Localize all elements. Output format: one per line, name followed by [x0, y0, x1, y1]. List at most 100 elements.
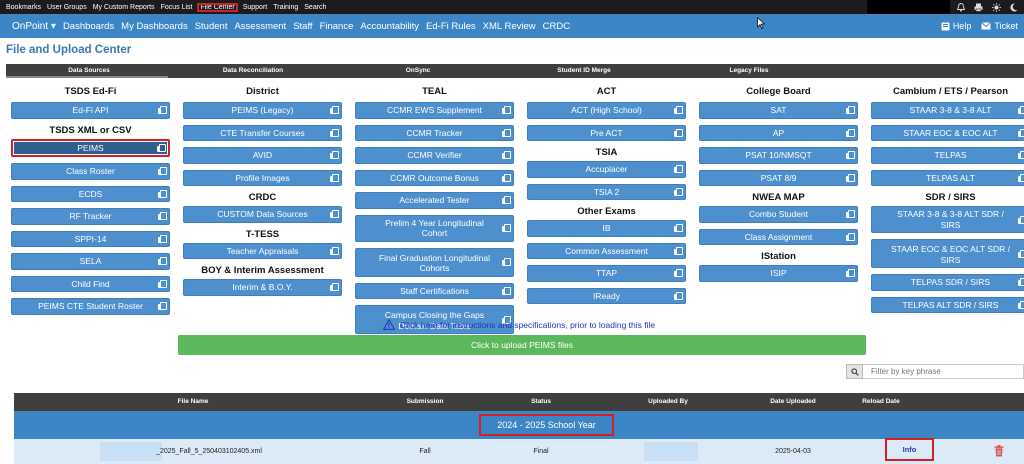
- topbar-link-training[interactable]: Training: [273, 4, 298, 11]
- copy-icon[interactable]: [330, 210, 339, 219]
- tab-legacy-files[interactable]: Legacy Files: [729, 64, 768, 78]
- source-button-sppi-14[interactable]: SPPI-14: [11, 230, 170, 247]
- source-button-act-high-school[interactable]: ACT (High School): [527, 102, 686, 119]
- copy-icon[interactable]: [330, 283, 339, 292]
- copy-icon[interactable]: [674, 269, 683, 278]
- source-button-isip[interactable]: ISIP: [699, 265, 858, 282]
- upload-peims-button[interactable]: Click to upload PEIMS files: [178, 335, 866, 355]
- copy-icon[interactable]: [158, 279, 167, 288]
- search-button[interactable]: [846, 364, 863, 379]
- copy-icon[interactable]: [674, 128, 683, 137]
- header-submission[interactable]: Submission: [407, 393, 444, 411]
- trash-icon[interactable]: [994, 445, 1004, 457]
- source-button-tsia-2[interactable]: TSIA 2: [527, 183, 686, 200]
- copy-icon[interactable]: [158, 106, 167, 115]
- source-button-ttap[interactable]: TTAP: [527, 265, 686, 282]
- nav-onpoint-menu[interactable]: OnPoint ▾: [12, 21, 56, 32]
- nav-my-dashboards[interactable]: My Dashboards: [121, 21, 188, 32]
- tab-onsync[interactable]: OnSync: [406, 64, 431, 78]
- source-button-staar-3-8-3-8-alt-sdr-sirs[interactable]: STAAR 3-8 & 3-8 ALT SDR / SIRS: [871, 206, 1024, 233]
- source-button-teacher-appraisals[interactable]: Teacher Appraisals: [183, 242, 342, 259]
- header-uploaded-by[interactable]: Uploaded By: [648, 393, 688, 411]
- copy-icon[interactable]: [1018, 215, 1024, 224]
- copy-icon[interactable]: [846, 232, 855, 241]
- source-button-telpas[interactable]: TELPAS: [871, 147, 1024, 164]
- copy-icon[interactable]: [158, 189, 167, 198]
- copy-icon[interactable]: [330, 173, 339, 182]
- source-button-telpas-alt-sdr-sirs[interactable]: TELPAS ALT SDR / SIRS: [871, 296, 1024, 313]
- header-file-name[interactable]: File Name: [178, 393, 209, 411]
- source-button-prelim-4-year-longitudinal-cohort[interactable]: Prelim 4 Year Longitudinal Cohort: [355, 214, 514, 242]
- header-status[interactable]: Status: [531, 393, 551, 411]
- copy-icon[interactable]: [846, 106, 855, 115]
- copy-icon[interactable]: [1018, 249, 1024, 258]
- copy-icon[interactable]: [330, 106, 339, 115]
- source-button-ccmr-outcome-bonus[interactable]: CCMR Outcome Bonus: [355, 169, 514, 186]
- source-button-staar-eoc-eoc-alt[interactable]: STAAR EOC & EOC ALT: [871, 124, 1024, 141]
- copy-icon[interactable]: [502, 196, 511, 205]
- copy-icon[interactable]: [330, 128, 339, 137]
- source-button-ecds[interactable]: ECDS: [11, 185, 170, 202]
- copy-icon[interactable]: [1018, 300, 1024, 309]
- copy-icon[interactable]: [846, 151, 855, 160]
- nav-student[interactable]: Student: [195, 21, 228, 32]
- copy-icon[interactable]: [674, 246, 683, 255]
- header-reload-date[interactable]: Reload Date: [862, 393, 900, 411]
- nav-xml-review[interactable]: XML Review: [483, 21, 536, 32]
- source-button-accuplacer[interactable]: Accuplacer: [527, 161, 686, 178]
- source-button-sela[interactable]: SELA: [11, 253, 170, 270]
- sun-icon[interactable]: [992, 2, 1001, 12]
- source-button-telpas-alt[interactable]: TELPAS ALT: [871, 169, 1024, 186]
- tab-data-reconciliation[interactable]: Data Reconciliation: [223, 64, 283, 78]
- copy-icon[interactable]: [674, 106, 683, 115]
- copy-icon[interactable]: [846, 128, 855, 137]
- copy-icon[interactable]: [674, 165, 683, 174]
- copy-icon[interactable]: [502, 151, 511, 160]
- source-button-combo-student[interactable]: Combo Student: [699, 206, 858, 223]
- copy-icon[interactable]: [158, 212, 167, 221]
- topbar-link-custom-reports[interactable]: My Custom Reports: [93, 4, 155, 11]
- source-button-interim-b-o-y[interactable]: Interim & B.O.Y.: [183, 279, 342, 296]
- nav-accountability[interactable]: Accountability: [360, 21, 419, 32]
- copy-icon[interactable]: [157, 143, 166, 152]
- copy-icon[interactable]: [502, 173, 511, 182]
- copy-icon[interactable]: [1018, 278, 1024, 287]
- printer-icon[interactable]: [974, 3, 983, 12]
- moon-icon[interactable]: [1010, 2, 1018, 12]
- nav-finance[interactable]: Finance: [320, 21, 354, 32]
- copy-icon[interactable]: [330, 151, 339, 160]
- copy-icon[interactable]: [846, 210, 855, 219]
- source-button-class-assignment[interactable]: Class Assignment: [699, 228, 858, 245]
- source-button-psat-10-nmsqt[interactable]: PSAT 10/NMSQT: [699, 147, 858, 164]
- info-button[interactable]: Info: [885, 438, 934, 461]
- source-button-custom-data-sources[interactable]: CUSTOM Data Sources: [183, 206, 342, 223]
- copy-icon[interactable]: [1018, 128, 1024, 137]
- source-button-ccmr-tracker[interactable]: CCMR Tracker: [355, 124, 514, 141]
- source-button-child-find[interactable]: Child Find: [11, 275, 170, 292]
- copy-icon[interactable]: [330, 246, 339, 255]
- source-button-common-assessment[interactable]: Common Assessment: [527, 242, 686, 259]
- copy-icon[interactable]: [1018, 106, 1024, 115]
- copy-icon[interactable]: [158, 234, 167, 243]
- filter-input[interactable]: Filter by key phrase: [863, 364, 1024, 379]
- source-button-ap[interactable]: AP: [699, 124, 858, 141]
- topbar-link-user-groups[interactable]: User Groups: [47, 4, 87, 11]
- source-button-peims[interactable]: PEIMS: [11, 138, 170, 157]
- nav-dashboards[interactable]: Dashboards: [63, 21, 114, 32]
- copy-icon[interactable]: [502, 224, 511, 232]
- help-link[interactable]: Help: [941, 21, 971, 31]
- copy-icon[interactable]: [1018, 173, 1024, 182]
- nav-ed-fi-rules[interactable]: Ed-Fi Rules: [426, 21, 476, 32]
- copy-icon[interactable]: [674, 224, 683, 233]
- topbar-link-bookmarks[interactable]: Bookmarks: [6, 4, 41, 11]
- source-button-staar-eoc-eoc-alt-sdr-sirs[interactable]: STAAR EOC & EOC ALT SDR / SIRS: [871, 239, 1024, 268]
- copy-icon[interactable]: [502, 258, 511, 266]
- topbar-link-focus-list[interactable]: Focus List: [161, 4, 193, 11]
- copy-icon[interactable]: [674, 291, 683, 300]
- tab-student-id-merge[interactable]: Student ID Merge: [557, 64, 610, 78]
- source-button-ccmr-ews-supplement[interactable]: CCMR EWS Supplement: [355, 102, 514, 119]
- ticket-link[interactable]: Ticket: [981, 21, 1018, 31]
- source-button-sat[interactable]: SAT: [699, 102, 858, 119]
- source-button-accelerated-tester[interactable]: Accelerated Tester: [355, 192, 514, 209]
- source-button-peims-cte-student-roster[interactable]: PEIMS CTE Student Roster: [11, 298, 170, 315]
